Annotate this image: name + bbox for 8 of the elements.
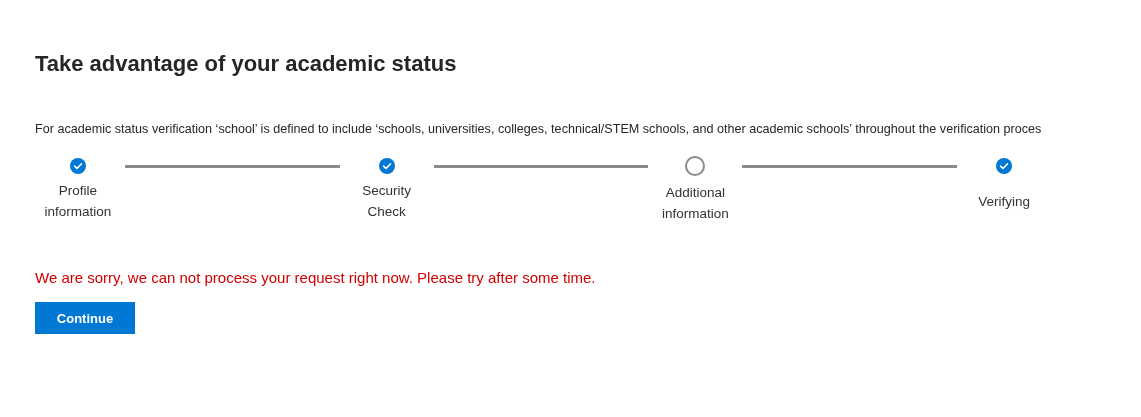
step-label: Verifying — [978, 192, 1030, 211]
page-heading: Take advantage of your academic status — [35, 50, 458, 78]
step-label: Profile information — [43, 182, 113, 221]
error-message: We are sorry, we can not process your request right now. Please try after some time. — [35, 268, 597, 288]
continue-button[interactable]: Continue — [35, 302, 135, 334]
step-label: Security Check — [361, 182, 413, 221]
intro-text: For academic status verification ‘school’ is defined to include ‘schools, universities, colleges, technical/STEM schools, and other academic schools’ throughout the verification proces — [35, 121, 1043, 138]
step-label: Additional information — [660, 184, 730, 223]
